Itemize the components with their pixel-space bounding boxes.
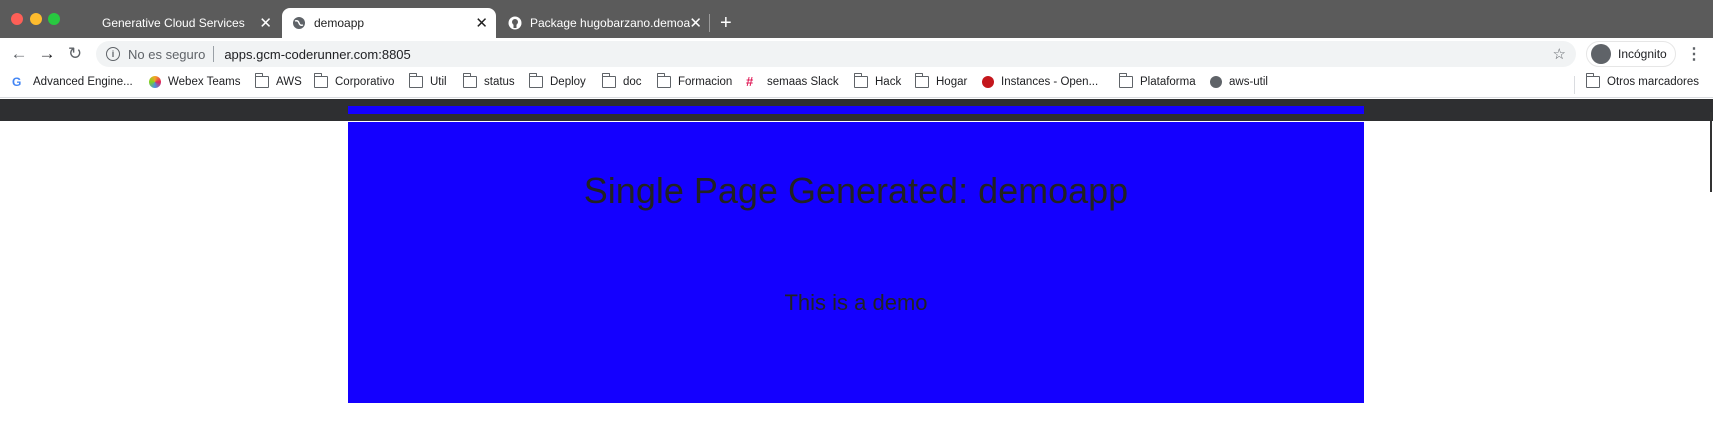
bookmark-webex-teams[interactable]: Webex Teams [149,76,240,88]
other-bookmarks[interactable]: Otros marcadores [1586,73,1700,88]
bookmark-label: Util [430,76,447,88]
bookmark-label: Instances - Open... [1001,76,1099,88]
bookmark-semaas-slack[interactable]: # semaas Slack [746,74,839,89]
globe-icon [292,16,306,30]
tab-strip: Generative Cloud Services ✕ demoapp ✕ Pa… [0,0,1713,38]
back-arrow-icon[interactable]: ← [8,43,30,65]
menu-icon[interactable]: ⋮ [1686,44,1702,64]
tab-title: demoapp [314,16,365,30]
bookmark-instances[interactable]: Instances - Open... [982,76,1098,88]
incognito-profile-button[interactable]: Incógnito [1586,41,1676,67]
close-window-button[interactable] [11,13,23,25]
bookmark-hack[interactable]: Hack [854,73,902,88]
bookmark-label: Deploy [550,76,586,88]
bookmark-label: Otros marcadores [1607,76,1700,88]
bookmark-label: doc [623,76,642,88]
github-icon [508,16,522,30]
bookmark-label: Webex Teams [168,76,241,88]
close-tab-icon[interactable]: ✕ [475,14,488,32]
bookmark-hogar[interactable]: Hogar [915,73,968,88]
folder-icon [314,73,328,88]
folder-icon [409,73,423,88]
divider [1574,76,1575,94]
tab-separator [709,14,710,32]
folder-icon [915,73,929,88]
page-header-accent [348,106,1364,114]
folder-icon [529,73,543,88]
folder-icon [1586,73,1600,88]
page-text: This is a demo [784,290,928,315]
star-icon[interactable]: ☆ [1553,45,1566,63]
folder-icon [463,73,477,88]
bookmark-doc[interactable]: doc [602,73,642,88]
bookmark-aws[interactable]: AWS [255,73,302,88]
folder-icon [854,73,868,88]
bookmark-aws-util[interactable]: aws-util [1210,76,1268,88]
bookmark-util[interactable]: Util [409,73,447,88]
openstack-icon [982,76,994,88]
google-icon: G [12,75,22,89]
folder-icon [602,73,616,88]
incognito-icon [1591,44,1611,64]
bookmark-label: Corporativo [335,76,395,88]
profile-label: Incógnito [1618,47,1667,61]
bookmark-label: Hack [875,76,902,88]
page-title: Single Page Generated: demoapp [583,170,1129,211]
url-text[interactable]: apps.gcm-coderunner.com:8805 [224,47,410,62]
maximize-window-button[interactable] [48,13,60,25]
reload-icon[interactable]: ↻ [64,43,86,65]
tab-package[interactable]: Package hugobarzano.demoapp ✕ [500,8,710,38]
bookmark-plataforma[interactable]: Plataforma [1119,73,1196,88]
security-status[interactable]: No es seguro [128,47,205,62]
hero-section: Single Page Generated: demoapp This is a… [348,122,1364,403]
address-bar[interactable]: i No es seguro apps.gcm-coderunner.com:8… [96,41,1576,67]
bookmark-label: Hogar [936,76,968,88]
slack-icon: # [746,74,754,89]
bookmark-label: aws-util [1229,76,1268,88]
info-icon[interactable]: i [106,47,120,61]
bookmark-deploy[interactable]: Deploy [529,73,586,88]
tab-title: Package hugobarzano.demoapp [530,16,690,30]
folder-icon [255,73,269,88]
bookmark-label: status [484,76,515,88]
new-tab-button[interactable]: + [720,12,732,35]
close-tab-icon[interactable]: ✕ [689,14,702,32]
toolbar: ← → ↻ i No es seguro apps.gcm-coderunner… [0,38,1713,70]
globe-icon [1210,76,1222,88]
bookmark-label: Advanced Engine... [33,76,133,88]
bookmark-status[interactable]: status [463,73,515,88]
divider [213,46,215,62]
bookmark-corporativo[interactable]: Corporativo [314,73,395,88]
bookmarks-bar: G Advanced Engine... Webex Teams AWS Cor… [0,70,1713,98]
bookmark-label: Formacion [678,76,733,88]
window-edge [1710,112,1712,192]
folder-icon [657,73,671,88]
bookmark-formacion[interactable]: Formacion [657,73,733,88]
folder-icon [1119,73,1133,88]
webex-icon [149,76,161,88]
tab-demoapp[interactable]: demoapp ✕ [282,8,496,38]
close-tab-icon[interactable]: ✕ [259,14,272,32]
bookmark-label: Plataforma [1140,76,1196,88]
bookmark-label: AWS [276,76,302,88]
bookmark-label: semaas Slack [767,76,839,88]
forward-arrow-icon[interactable]: → [36,43,58,65]
tab-title: Generative Cloud Services [102,16,245,30]
bookmark-advanced-engine[interactable]: G Advanced Engine... [12,76,133,88]
minimize-window-button[interactable] [30,13,42,25]
tab-generative-cloud-services[interactable]: Generative Cloud Services ✕ [86,8,280,38]
